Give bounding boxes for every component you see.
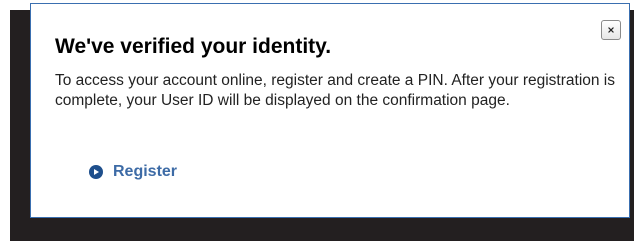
identity-verified-dialog: We've verified your identity. To access … <box>30 3 630 218</box>
close-icon <box>608 27 614 33</box>
play-circle-icon <box>89 165 103 179</box>
register-label: Register <box>113 163 178 180</box>
dialog-title: We've verified your identity. <box>55 35 332 58</box>
dialog-message: To access your account online, register … <box>55 72 615 109</box>
close-button[interactable] <box>601 20 621 40</box>
register-link[interactable]: Register <box>89 162 177 182</box>
